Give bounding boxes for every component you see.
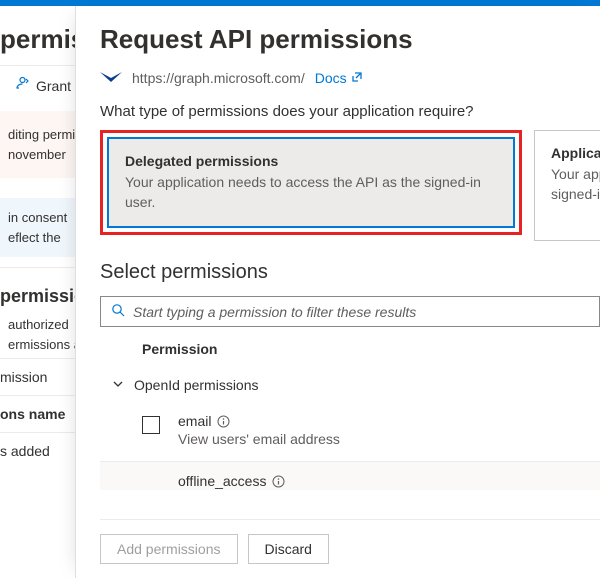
permission-type-question: What type of permissions does your appli… [100,103,600,130]
delegated-permissions-card[interactable]: Delegated permissions Your application n… [107,137,515,228]
docs-link-label: Docs [315,70,347,86]
permission-column-header: Permission [100,327,600,367]
chevron-down-icon [112,377,124,393]
add-permissions-button[interactable]: Add permissions [100,534,238,564]
select-permissions-title: Select permissions [100,241,600,296]
card-title: Application [551,145,600,161]
api-row: https://graph.microsoft.com/ Docs [100,69,600,103]
request-permissions-panel: Request API permissions https://graph.mi… [75,6,600,578]
card-title: Delegated permissions [125,153,497,169]
permission-name: email [178,413,340,429]
permission-checkbox[interactable] [142,416,160,434]
permission-search-box[interactable] [100,296,600,327]
permission-row-offline-access[interactable]: offline_access [100,462,600,490]
info-icon[interactable] [217,415,230,428]
group-label: OpenId permissions [134,377,259,393]
permission-desc: View users' email address [178,431,340,447]
discard-button[interactable]: Discard [248,534,329,564]
panel-title: Request API permissions [100,6,600,69]
permission-row-email[interactable]: email View users' email address [100,403,600,461]
application-permissions-card[interactable]: Application Your application signed-in u… [534,130,600,241]
highlight-annotation: Delegated permissions Your application n… [100,130,522,235]
openid-permissions-group[interactable]: OpenId permissions [100,367,600,403]
person-icon [14,76,30,95]
card-desc: Your application signed-in user [551,165,600,204]
graph-api-icon [100,69,122,87]
panel-footer: Add permissions Discard [100,519,600,578]
external-link-icon [351,70,363,86]
search-icon [111,303,125,320]
docs-link[interactable]: Docs [315,70,363,86]
card-desc: Your application needs to access the API… [125,173,497,212]
api-url: https://graph.microsoft.com/ [132,70,305,86]
permission-name: offline_access [178,473,285,489]
info-icon[interactable] [272,475,285,488]
permission-search-input[interactable] [133,304,589,320]
permission-type-cards: Delegated permissions Your application n… [100,130,600,241]
